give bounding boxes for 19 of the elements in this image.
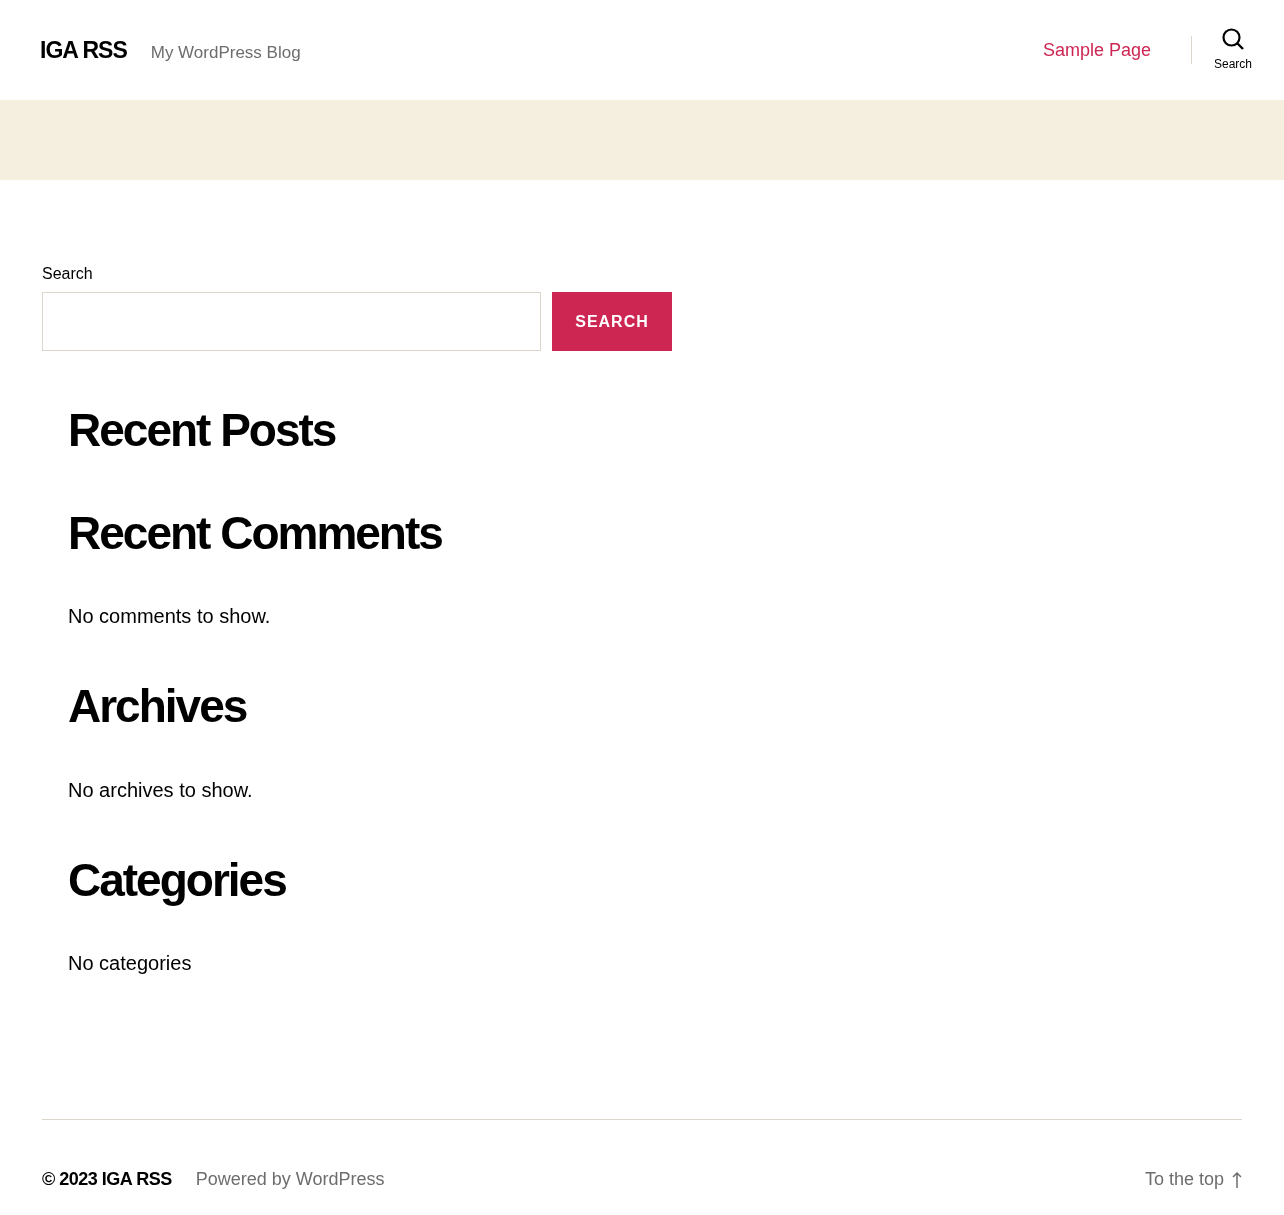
- search-label: Search: [42, 264, 94, 284]
- up-arrow-icon: [1232, 1170, 1242, 1189]
- search-field[interactable]: [42, 292, 541, 351]
- widget-text: No categories: [68, 950, 193, 976]
- widget-text: No archives to show.: [68, 777, 254, 803]
- widget-title: Archives: [68, 679, 248, 735]
- search-toggle-button[interactable]: Search: [1213, 27, 1252, 73]
- widget-title: Recent Posts: [68, 403, 337, 458]
- search-button[interactable]: SEARCH: [552, 292, 672, 351]
- widget-title: Categories: [68, 852, 287, 908]
- to-top-link[interactable]: To the top: [1144, 1166, 1242, 1193]
- copyright-text: © 2023 IGA RSS: [42, 1168, 172, 1191]
- widget-title: Recent Comments: [68, 506, 443, 562]
- nav-link[interactable]: Sample Page: [1042, 36, 1151, 64]
- site-title[interactable]: IGA RSS: [40, 32, 127, 68]
- site-tagline: My WordPress Blog: [150, 41, 301, 64]
- search-icon: [1221, 27, 1245, 51]
- powered-by-text: Powered by WordPress: [195, 1168, 385, 1191]
- widget-text: No comments to show.: [68, 604, 272, 630]
